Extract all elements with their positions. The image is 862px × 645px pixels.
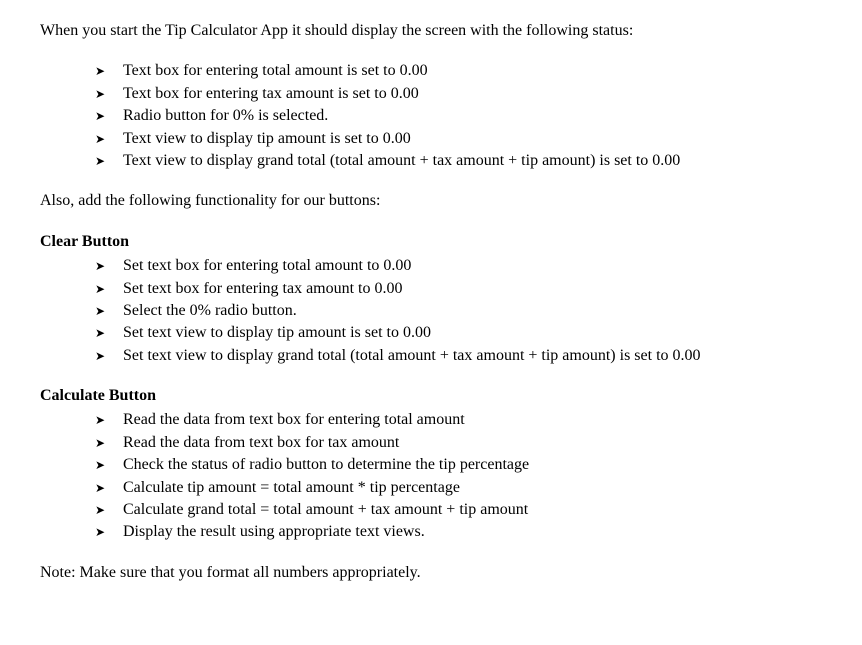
bullet-icon: ➤ xyxy=(95,83,123,105)
bullet-text: Set text view to display tip amount is s… xyxy=(123,322,822,344)
list-item: ➤ Set text box for entering tax amount t… xyxy=(40,278,822,300)
list-item: ➤ Set text view to display tip amount is… xyxy=(40,322,822,344)
bullet-text: Set text box for entering tax amount to … xyxy=(123,278,822,300)
clear-button-heading: Clear Button xyxy=(40,231,822,253)
bullet-icon: ➤ xyxy=(95,150,123,172)
also-paragraph: Also, add the following functionality fo… xyxy=(40,190,822,212)
bullet-icon: ➤ xyxy=(95,345,123,367)
list-item: ➤ Calculate tip amount = total amount * … xyxy=(40,477,822,499)
calculate-bullet-list: ➤ Read the data from text box for enteri… xyxy=(40,409,822,543)
bullet-text: Text view to display tip amount is set t… xyxy=(123,128,822,150)
list-item: ➤ Set text view to display grand total (… xyxy=(40,345,822,367)
bullet-text: Calculate grand total = total amount + t… xyxy=(123,499,822,521)
bullet-icon: ➤ xyxy=(95,454,123,476)
bullet-icon: ➤ xyxy=(95,255,123,277)
bullet-text: Text box for entering total amount is se… xyxy=(123,60,822,82)
bullet-text: Read the data from text box for entering… xyxy=(123,409,822,431)
bullet-text: Read the data from text box for tax amou… xyxy=(123,432,822,454)
bullet-icon: ➤ xyxy=(95,60,123,82)
bullet-text: Set text box for entering total amount t… xyxy=(123,255,822,277)
bullet-text: Select the 0% radio button. xyxy=(123,300,822,322)
list-item: ➤ Text view to display tip amount is set… xyxy=(40,128,822,150)
bullet-icon: ➤ xyxy=(95,278,123,300)
calculate-button-heading: Calculate Button xyxy=(40,385,822,407)
bullet-icon: ➤ xyxy=(95,499,123,521)
list-item: ➤ Radio button for 0% is selected. xyxy=(40,105,822,127)
bullet-icon: ➤ xyxy=(95,477,123,499)
bullet-icon: ➤ xyxy=(95,409,123,431)
list-item: ➤ Read the data from text box for tax am… xyxy=(40,432,822,454)
list-item: ➤ Set text box for entering total amount… xyxy=(40,255,822,277)
bullet-icon: ➤ xyxy=(95,300,123,322)
bullet-text: Set text view to display grand total (to… xyxy=(123,345,822,367)
list-item: ➤ Check the status of radio button to de… xyxy=(40,454,822,476)
bullet-icon: ➤ xyxy=(95,128,123,150)
bullet-text: Check the status of radio button to dete… xyxy=(123,454,822,476)
bullet-icon: ➤ xyxy=(95,322,123,344)
note-paragraph: Note: Make sure that you format all numb… xyxy=(40,562,822,584)
list-item: ➤ Read the data from text box for enteri… xyxy=(40,409,822,431)
list-item: ➤ Text box for entering total amount is … xyxy=(40,60,822,82)
bullet-text: Radio button for 0% is selected. xyxy=(123,105,822,127)
list-item: ➤ Calculate grand total = total amount +… xyxy=(40,499,822,521)
bullet-text: Display the result using appropriate tex… xyxy=(123,521,822,543)
list-item: ➤ Display the result using appropriate t… xyxy=(40,521,822,543)
bullet-text: Calculate tip amount = total amount * ti… xyxy=(123,477,822,499)
list-item: ➤ Select the 0% radio button. xyxy=(40,300,822,322)
bullet-icon: ➤ xyxy=(95,521,123,543)
list-item: ➤ Text view to display grand total (tota… xyxy=(40,150,822,172)
bullet-text: Text box for entering tax amount is set … xyxy=(123,83,822,105)
bullet-text: Text view to display grand total (total … xyxy=(123,150,822,172)
clear-bullet-list: ➤ Set text box for entering total amount… xyxy=(40,255,822,367)
intro-bullet-list: ➤ Text box for entering total amount is … xyxy=(40,60,822,172)
intro-paragraph: When you start the Tip Calculator App it… xyxy=(40,20,822,42)
bullet-icon: ➤ xyxy=(95,432,123,454)
list-item: ➤ Text box for entering tax amount is se… xyxy=(40,83,822,105)
bullet-icon: ➤ xyxy=(95,105,123,127)
